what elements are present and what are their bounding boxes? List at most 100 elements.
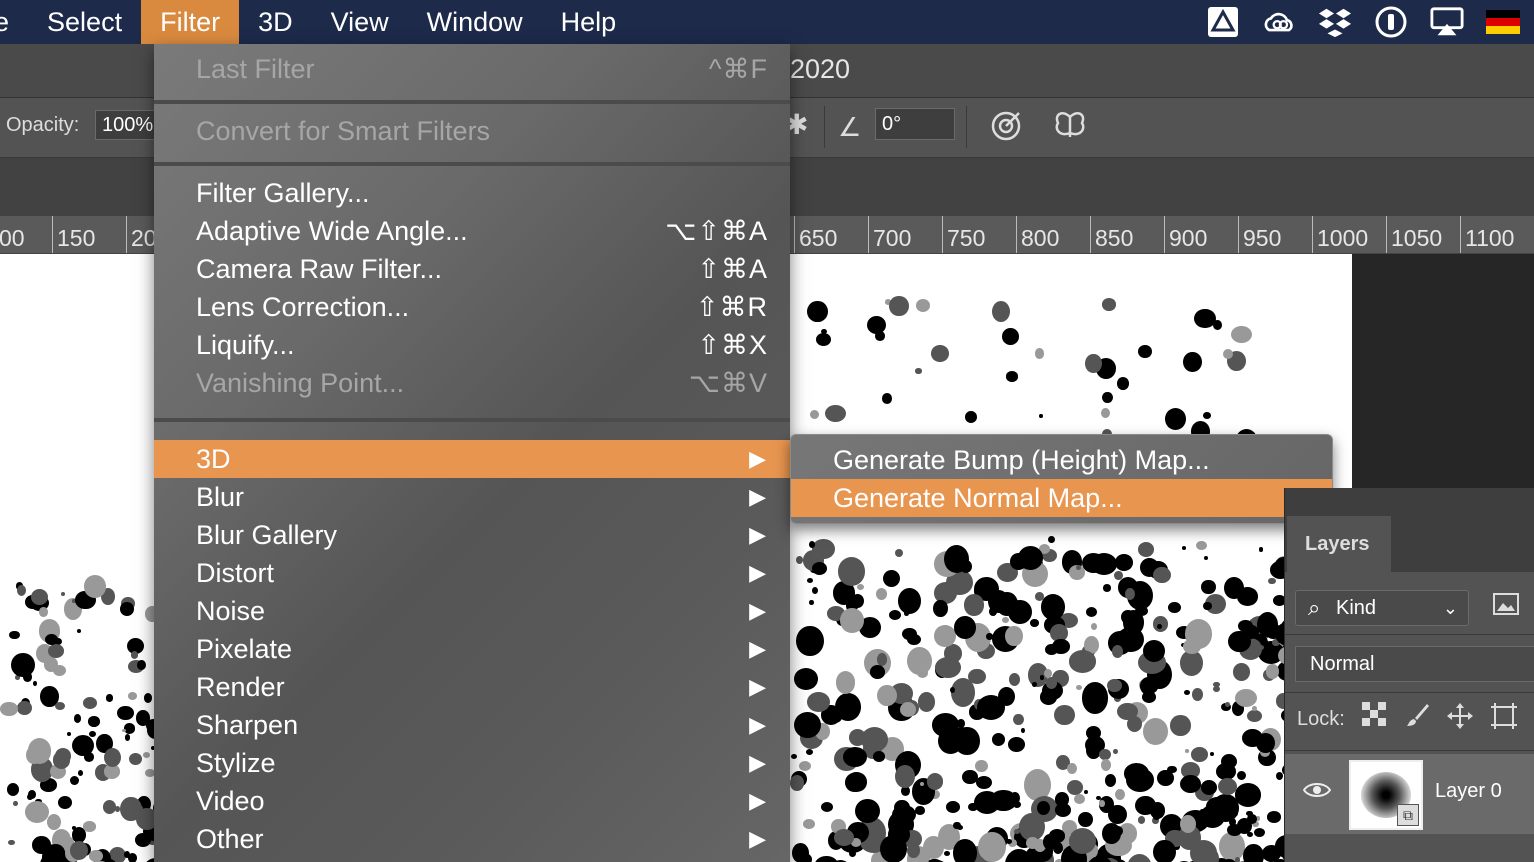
google-drive-icon[interactable] xyxy=(1206,5,1240,39)
ink-splatter xyxy=(1200,804,1225,828)
menu-select[interactable]: Select xyxy=(28,0,141,44)
document-title[interactable]: 2020 xyxy=(790,54,850,85)
ink-splatter xyxy=(856,583,865,591)
menu-item-convert-smart-filters[interactable]: Convert for Smart Filters xyxy=(154,112,790,150)
menu-item-liquify[interactable]: Liquify... ⇧⌘X xyxy=(154,326,790,364)
german-flag-icon[interactable] xyxy=(1486,5,1520,39)
menu-item-render[interactable]: Render ▶ xyxy=(154,668,790,706)
ink-splatter xyxy=(833,829,854,846)
menu-item-blur[interactable]: Blur ▶ xyxy=(154,478,790,516)
creative-cloud-icon[interactable] xyxy=(1262,5,1296,39)
menu-item-filter-gallery[interactable]: Filter Gallery... xyxy=(154,174,790,212)
ink-splatter xyxy=(89,730,97,738)
ink-splatter xyxy=(836,671,856,694)
layer-row[interactable]: ⧉ Layer 0 xyxy=(1285,754,1534,834)
menu-item-generate-bump-map[interactable]: Generate Bump (Height) Map... xyxy=(791,441,1332,479)
menu-item-stylize[interactable]: Stylize ▶ xyxy=(154,744,790,782)
ink-splatter xyxy=(946,800,961,813)
menu-item-lens-correction[interactable]: Lens Correction... ⇧⌘R xyxy=(154,288,790,326)
menu-item-other[interactable]: Other ▶ xyxy=(154,820,790,858)
ink-splatter xyxy=(84,575,106,598)
ink-splatter xyxy=(1253,828,1266,838)
menu-item-generate-normal-map[interactable]: Generate Normal Map... xyxy=(791,479,1332,517)
layer-thumbnail[interactable]: ⧉ xyxy=(1349,760,1423,830)
ink-splatter xyxy=(807,300,828,323)
menu-item-last-filter[interactable]: Last Filter ^⌘F xyxy=(154,50,790,88)
image-filter-icon[interactable] xyxy=(1489,592,1523,624)
shortcut: ⇧⌘X xyxy=(697,330,768,360)
menu-item-pixelate[interactable]: Pixelate ▶ xyxy=(154,630,790,668)
lock-artboard-icon[interactable] xyxy=(1487,702,1521,736)
ink-splatter xyxy=(117,706,134,721)
ink-splatter xyxy=(1009,553,1027,570)
chevron-down-icon: ⌄ xyxy=(1442,598,1458,618)
angle-icon: ∠ xyxy=(838,112,862,142)
menu-item-3d[interactable]: 3D ▶ xyxy=(154,440,790,478)
menu-item-sharpen[interactable]: Sharpen ▶ xyxy=(154,706,790,744)
panel-divider xyxy=(1285,750,1534,751)
menu-item-adaptive-wide-angle[interactable]: Adaptive Wide Angle... ⌥⇧⌘A xyxy=(154,212,790,250)
ink-splatter xyxy=(1204,555,1209,560)
menu-item-blur-gallery[interactable]: Blur Gallery ▶ xyxy=(154,516,790,554)
ink-splatter xyxy=(791,754,798,760)
menu-item-camera-raw[interactable]: Camera Raw Filter... ⇧⌘A xyxy=(154,250,790,288)
ink-splatter xyxy=(1107,678,1122,693)
ink-splatter xyxy=(1181,545,1186,550)
ink-splatter xyxy=(104,747,122,768)
ink-splatter xyxy=(1203,601,1212,611)
ruler-tick: 700 xyxy=(868,216,911,253)
pressure-size-icon[interactable] xyxy=(986,106,1026,146)
ink-splatter xyxy=(992,301,1011,323)
ink-splatter xyxy=(796,625,825,657)
ink-splatter xyxy=(130,651,138,659)
menu-edit-partial[interactable]: e xyxy=(0,0,28,44)
menu-item-vanishing-point[interactable]: Vanishing Point... ⌥⌘V xyxy=(154,364,790,402)
ink-splatter xyxy=(915,368,922,374)
menu-divider xyxy=(154,162,790,166)
kind-label: Kind xyxy=(1336,597,1377,619)
symmetry-icon[interactable] xyxy=(1050,106,1090,146)
ink-splatter xyxy=(10,652,35,678)
shortcut: ^⌘F xyxy=(708,54,768,84)
angle-input[interactable]: 0° xyxy=(875,108,955,140)
ink-splatter xyxy=(1234,689,1257,708)
menu-window[interactable]: Window xyxy=(408,0,542,44)
eye-icon[interactable] xyxy=(1302,778,1332,806)
ink-splatter xyxy=(1153,566,1171,584)
ink-splatter xyxy=(964,411,977,423)
ink-splatter xyxy=(806,749,814,755)
ink-splatter xyxy=(1007,737,1026,753)
layer-kind-filter[interactable]: ⌕ Kind ⌄ xyxy=(1295,590,1469,626)
ink-splatter xyxy=(1247,710,1262,723)
menu-help[interactable]: Help xyxy=(542,0,636,44)
ink-splatter xyxy=(1048,536,1055,544)
ink-splatter xyxy=(1243,843,1265,862)
ink-splatter xyxy=(1111,645,1123,658)
menu-item-noise[interactable]: Noise ▶ xyxy=(154,592,790,630)
lock-position-icon[interactable] xyxy=(1443,702,1477,736)
tab-layers[interactable]: Layers xyxy=(1287,516,1391,572)
ink-splatter xyxy=(1048,829,1066,843)
menu-3d[interactable]: 3D xyxy=(239,0,312,44)
ink-splatter xyxy=(1116,377,1130,391)
opacity-input[interactable]: 100% xyxy=(95,110,157,140)
layer-name[interactable]: Layer 0 xyxy=(1435,780,1502,803)
1password-icon[interactable] xyxy=(1374,5,1408,39)
menu-filter[interactable]: Filter xyxy=(141,0,240,44)
panel-divider xyxy=(1285,692,1534,693)
ink-splatter xyxy=(47,643,65,658)
dropbox-icon[interactable] xyxy=(1318,5,1352,39)
menu-item-video[interactable]: Video ▶ xyxy=(154,782,790,820)
lock-transparent-pixels-icon[interactable] xyxy=(1357,702,1391,736)
ink-splatter xyxy=(66,731,71,736)
ink-splatter xyxy=(24,800,49,823)
lock-image-pixels-icon[interactable] xyxy=(1401,702,1435,736)
airplay-icon[interactable] xyxy=(1430,5,1464,39)
menu-view[interactable]: View xyxy=(312,0,408,44)
ink-splatter xyxy=(55,701,66,710)
ink-splatter xyxy=(1276,772,1284,781)
blend-mode-select[interactable]: Normal xyxy=(1295,646,1534,682)
ink-splatter xyxy=(143,693,152,703)
menu-item-distort[interactable]: Distort ▶ xyxy=(154,554,790,592)
ink-splatter xyxy=(954,615,976,639)
